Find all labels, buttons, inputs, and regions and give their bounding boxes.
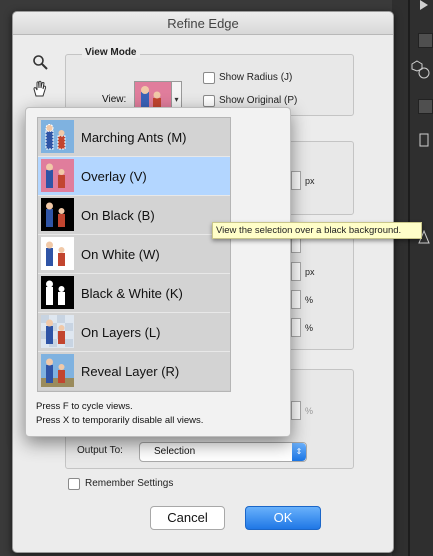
panel-swatch-icon[interactable] [418,33,433,51]
disable-views-hint: Press X to temporarily disable all views… [36,415,204,426]
output-to-select[interactable]: Selection ⇕ [139,442,307,462]
show-radius-checkbox[interactable] [203,72,215,84]
panel-paragraph-icon[interactable] [418,133,433,151]
hand-icon[interactable] [31,80,49,98]
contrast-unit: % [305,295,314,305]
view-option-label: On Layers (L) [81,325,161,340]
panel-cube-icon[interactable] [411,60,423,72]
feather-field[interactable] [291,262,301,281]
panel-adjust-icon[interactable] [418,99,433,117]
shift-edge-field[interactable] [291,318,301,337]
view-option-reveal-layer[interactable]: Reveal Layer (R) [38,352,230,390]
view-option-label: Marching Ants (M) [81,130,187,145]
view-option-on-white[interactable]: On White (W) [38,235,230,274]
radius-field[interactable] [291,171,301,190]
view-option-label: On Black (B) [81,208,155,223]
remember-settings-label: Remember Settings [85,478,174,489]
view-mode-label: View Mode [82,47,140,58]
view-option-on-black[interactable]: On Black (B) [38,196,230,235]
amount-field[interactable] [291,401,301,420]
cycle-views-hint: Press F to cycle views. [36,401,133,412]
dialog-title: Refine Edge [167,16,239,31]
magnifier-icon[interactable] [31,54,49,72]
view-option-label: Black & White (K) [81,286,183,301]
feather-unit: px [305,267,315,277]
black-white-thumbnail [41,276,74,309]
on-layers-thumbnail [41,315,74,348]
view-option-marching-ants[interactable]: Marching Ants (M) [38,118,230,157]
chevron-updown-icon: ⇕ [292,443,306,461]
overlay-thumbnail [41,159,74,192]
output-to-value: Selection [154,446,196,457]
ok-button[interactable]: OK [245,506,321,530]
panel-play-icon[interactable] [418,0,433,18]
show-original-checkbox[interactable] [203,95,215,107]
view-option-label: On White (W) [81,247,160,262]
view-option-black-white[interactable]: Black & White (K) [38,274,230,313]
show-original-label: Show Original (P) [219,95,298,106]
on-white-thumbnail [41,237,74,270]
output-to-label: Output To: [77,445,123,456]
reveal-layer-thumbnail [41,354,74,387]
on-black-tooltip: View the selection over a black backgrou… [212,222,422,239]
remember-settings-checkbox[interactable] [68,478,80,490]
view-option-label: Reveal Layer (R) [81,364,180,379]
dialog-titlebar[interactable]: Refine Edge [13,12,393,35]
marching-ants-thumbnail [41,120,74,153]
view-option-label: Overlay (V) [81,169,147,184]
view-mode-list: Marching Ants (M) Overlay (V) On Black (… [37,117,231,392]
view-option-overlay[interactable]: Overlay (V) [38,157,230,196]
app-panel-divider [408,0,410,556]
cancel-button[interactable]: Cancel [150,506,225,530]
view-label: View: [102,94,127,105]
show-radius-label: Show Radius (J) [219,72,293,83]
radius-unit: px [305,176,315,186]
contrast-field[interactable] [291,290,301,309]
view-mode-popup: Marching Ants (M) Overlay (V) On Black (… [25,107,291,437]
amount-unit: % [305,406,314,416]
view-option-on-layers[interactable]: On Layers (L) [38,313,230,352]
on-black-thumbnail [41,198,74,231]
shift-edge-unit: % [305,323,314,333]
